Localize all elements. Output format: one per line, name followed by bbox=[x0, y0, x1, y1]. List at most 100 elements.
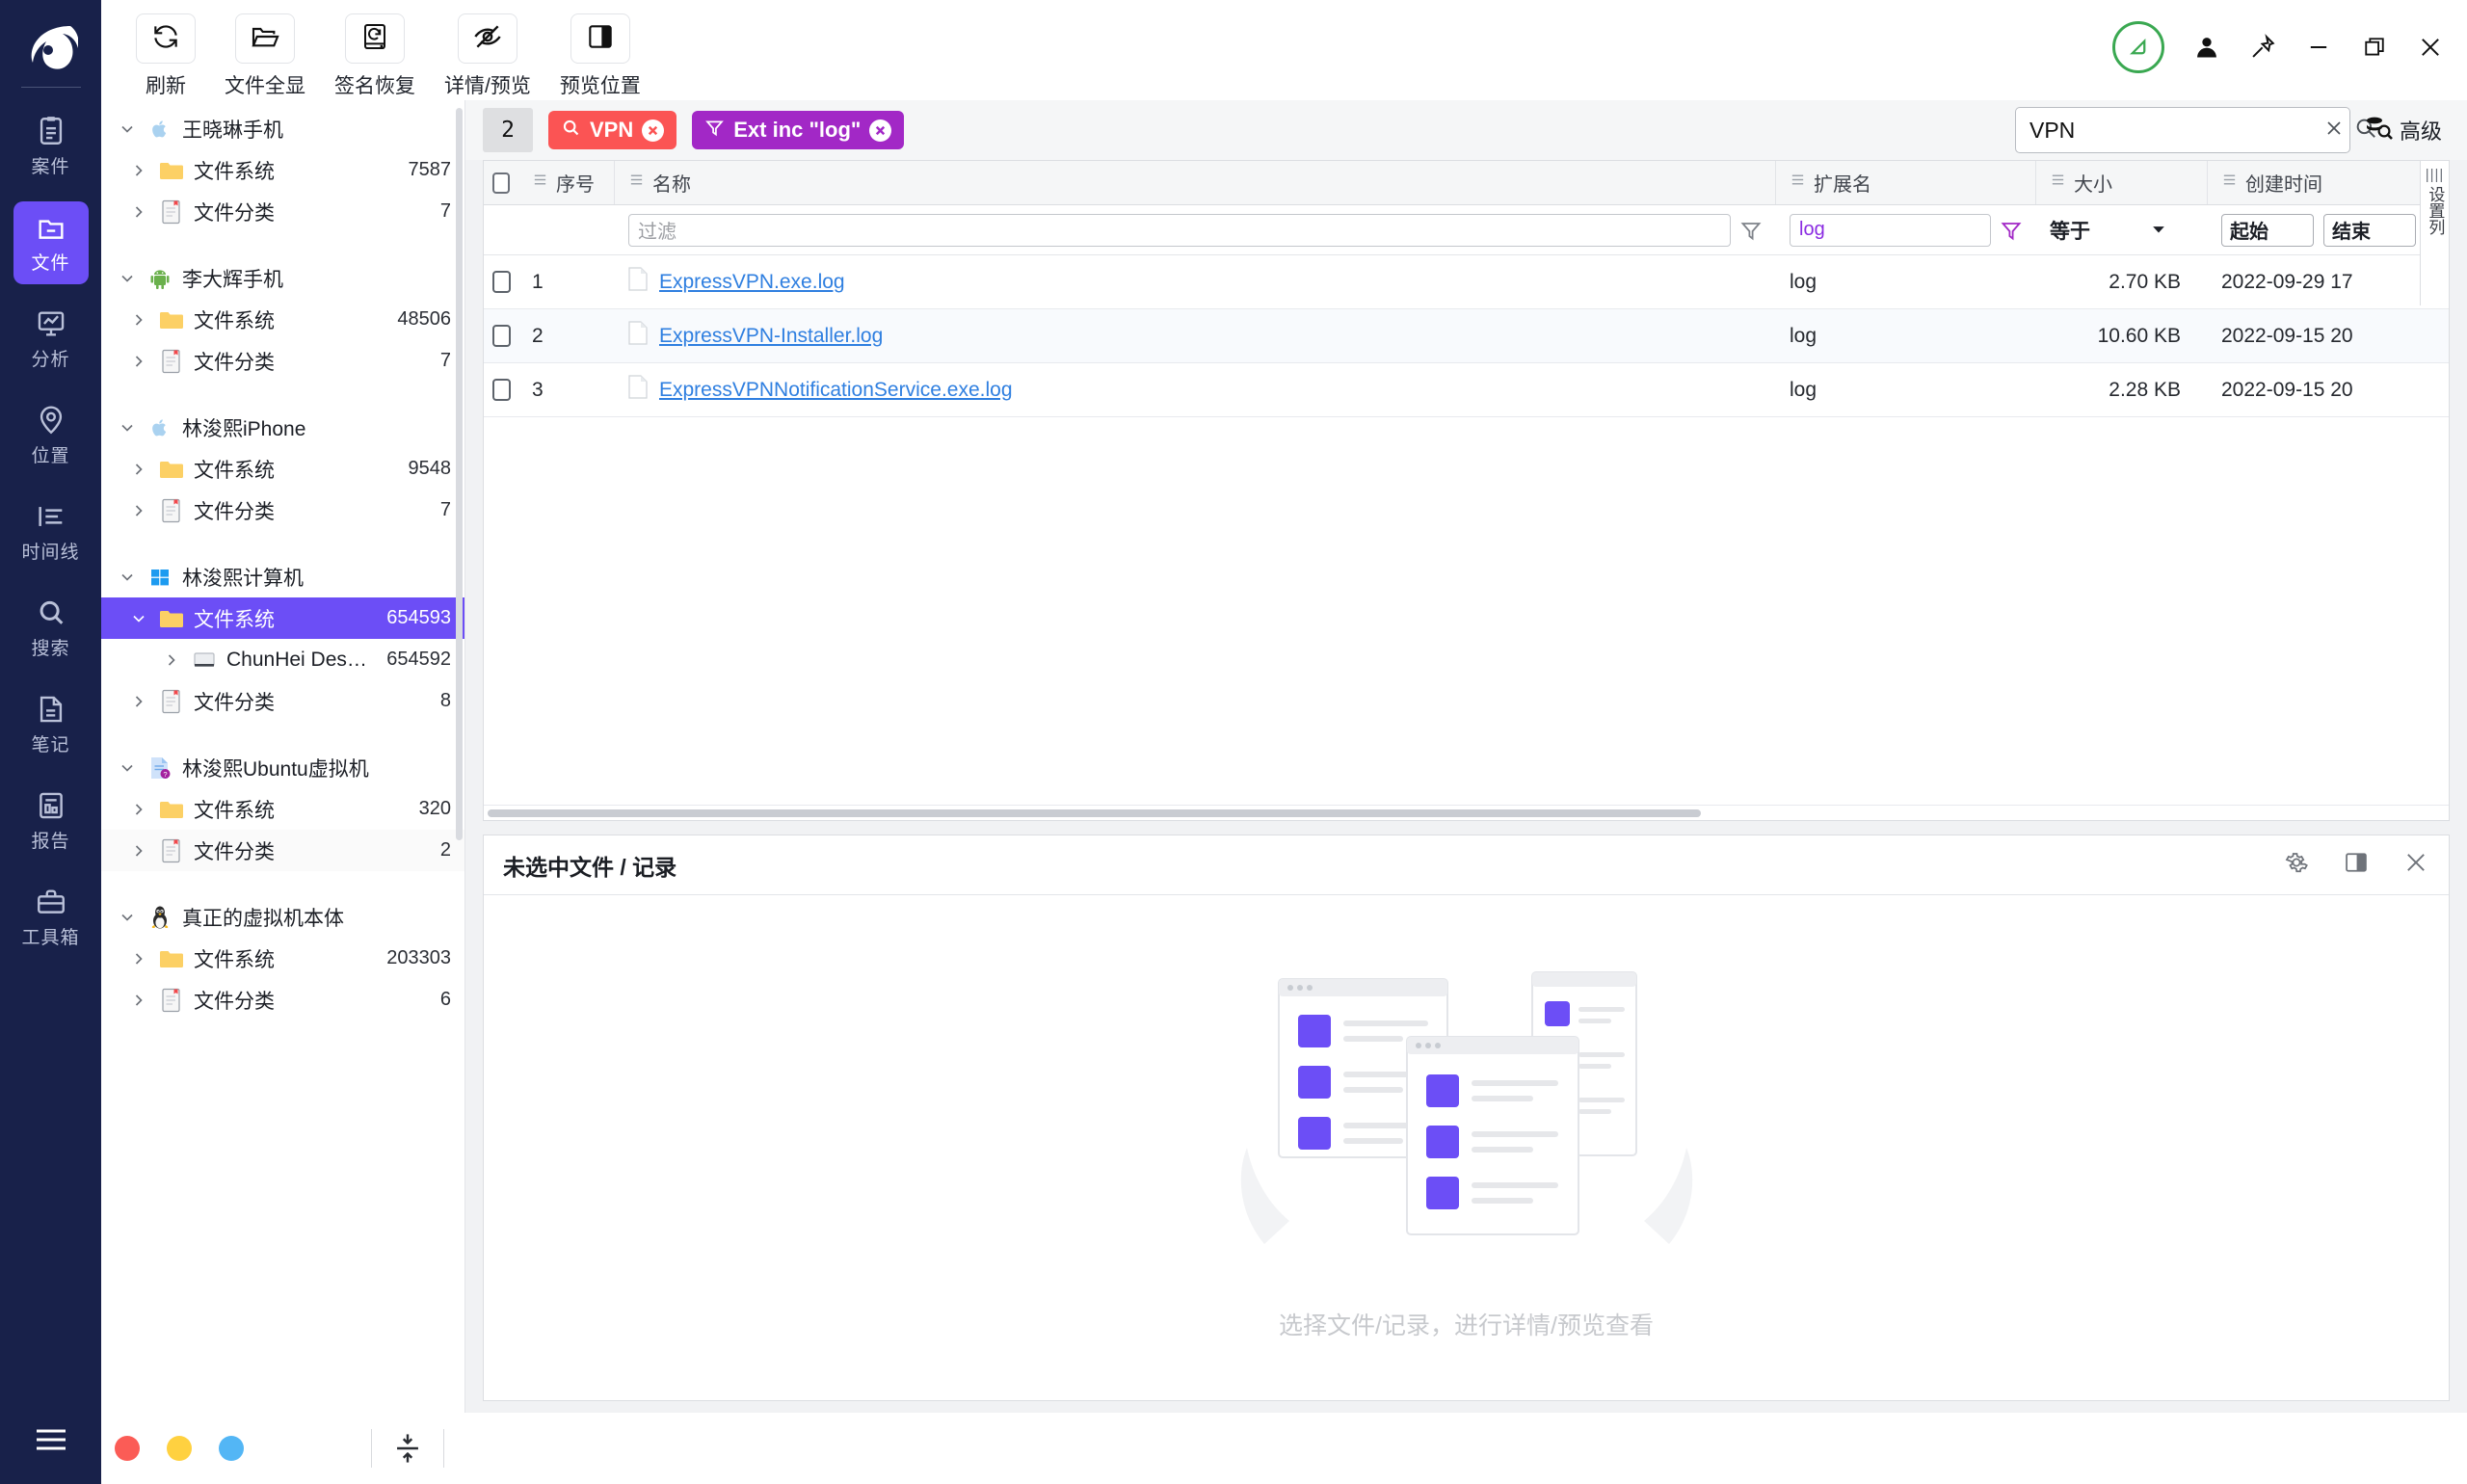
tree-node-filesystem[interactable]: 文件系统 48506 bbox=[101, 299, 464, 340]
sidebar-item-case[interactable]: 案件 bbox=[13, 105, 89, 188]
show-all-files-button[interactable]: 文件全显 bbox=[225, 13, 305, 99]
chevron-right-icon[interactable] bbox=[122, 501, 155, 520]
close-icon[interactable] bbox=[2402, 849, 2429, 881]
gear-icon[interactable] bbox=[2283, 849, 2310, 881]
close-icon[interactable] bbox=[2417, 34, 2444, 61]
tree-node-filecategory[interactable]: 文件分类 7 bbox=[101, 490, 464, 531]
name-filter-input[interactable]: 过滤 bbox=[628, 214, 1731, 247]
chevron-down-icon[interactable] bbox=[122, 609, 155, 628]
settings-column-button[interactable]: |||| 设置列 bbox=[2420, 161, 2449, 305]
chevron-right-icon[interactable] bbox=[122, 692, 155, 711]
filter-chip-search[interactable]: VPN bbox=[548, 111, 676, 149]
advanced-search-button[interactable]: 高级 bbox=[2364, 114, 2450, 146]
chip-close-icon[interactable] bbox=[642, 119, 664, 142]
chevron-down-icon[interactable] bbox=[111, 758, 144, 778]
minimize-icon[interactable] bbox=[2305, 34, 2332, 61]
search-input[interactable] bbox=[2029, 118, 2315, 144]
row-checkbox[interactable] bbox=[484, 363, 518, 416]
tree-node-filecategory[interactable]: 文件分类 7 bbox=[101, 340, 464, 382]
tree-node-filecategory[interactable]: 文件分类 6 bbox=[101, 979, 464, 1020]
tree-node-filecategory[interactable]: 文件分类 8 bbox=[101, 680, 464, 722]
chevron-right-icon[interactable] bbox=[122, 949, 155, 968]
tree-node-filesystem[interactable]: 文件系统 7587 bbox=[101, 149, 464, 191]
refresh-button[interactable]: 刷新 bbox=[136, 13, 196, 99]
row-checkbox[interactable] bbox=[484, 255, 518, 308]
chevron-right-icon[interactable] bbox=[122, 161, 155, 180]
signature-recover-button[interactable]: 签名恢复 bbox=[334, 13, 415, 99]
menu-icon[interactable] bbox=[33, 1425, 69, 1459]
sidebar-item-location[interactable]: 位置 bbox=[13, 394, 89, 477]
expand-collapse-icon[interactable] bbox=[393, 1432, 422, 1465]
file-name-link[interactable]: ExpressVPN.exe.log bbox=[659, 271, 845, 294]
preview-position-button[interactable]: 预览位置 bbox=[560, 13, 641, 99]
sidebar-item-search[interactable]: 搜索 bbox=[13, 587, 89, 670]
tree-node-filesystem[interactable]: 文件系统 320 bbox=[101, 788, 464, 830]
extension-filter-input[interactable]: log bbox=[1790, 214, 1991, 247]
chevron-right-icon[interactable] bbox=[122, 202, 155, 222]
chevron-down-icon[interactable] bbox=[111, 568, 144, 587]
file-name-link[interactable]: ExpressVPN-Installer.log bbox=[659, 325, 883, 348]
funnel-icon[interactable] bbox=[2000, 219, 2023, 242]
column-header-name[interactable]: 名称 bbox=[615, 161, 1776, 204]
column-header-created-time[interactable]: 创建时间 bbox=[2208, 161, 2449, 204]
column-header-index[interactable]: 序号 bbox=[518, 161, 615, 204]
tree-node-filesystem[interactable]: 文件系统 203303 bbox=[101, 938, 464, 979]
panel-layout-icon[interactable] bbox=[2343, 849, 2370, 881]
sidebar-item-toolbox[interactable]: 工具箱 bbox=[13, 876, 89, 959]
tree-root-node[interactable]: 林浚熙计算机 bbox=[101, 556, 464, 597]
sidebar-item-files[interactable]: 文件 bbox=[13, 201, 89, 284]
pin-icon[interactable] bbox=[2249, 34, 2276, 61]
chevron-right-icon[interactable] bbox=[122, 460, 155, 479]
table-row[interactable]: 2 ExpressVPN-Installer.log log 10.60 KB … bbox=[484, 309, 2449, 363]
sidebar-item-timeline[interactable]: 时间线 bbox=[13, 490, 89, 573]
bell-icon[interactable] bbox=[2112, 21, 2164, 73]
sidebar-item-analysis[interactable]: 分析 bbox=[13, 298, 89, 381]
restore-icon[interactable] bbox=[2361, 34, 2388, 61]
chevron-down-icon[interactable] bbox=[111, 908, 144, 927]
row-name-cell[interactable]: ExpressVPNNotificationService.exe.log bbox=[615, 363, 1776, 416]
tree-root-node[interactable]: ? 林浚熙Ubuntu虚拟机 bbox=[101, 747, 464, 788]
tree-root-node[interactable]: 林浚熙iPhone bbox=[101, 407, 464, 448]
tree-root-node[interactable]: 真正的虚拟机本体 bbox=[101, 896, 464, 938]
sidebar-item-notes[interactable]: 笔记 bbox=[13, 683, 89, 766]
tree-node-filecategory[interactable]: 文件分类 2 bbox=[101, 830, 464, 871]
date-start-input[interactable]: 起始 bbox=[2221, 214, 2314, 247]
search-box[interactable] bbox=[2015, 107, 2350, 153]
row-name-cell[interactable]: ExpressVPN-Installer.log bbox=[615, 309, 1776, 362]
tree-node-filecategory[interactable]: 文件分类 7 bbox=[101, 191, 464, 232]
tree-scrollbar[interactable] bbox=[456, 108, 463, 840]
chevron-down-icon[interactable] bbox=[111, 119, 144, 139]
table-row[interactable]: 1 ExpressVPN.exe.log log 2.70 KB 2022-09… bbox=[484, 255, 2449, 309]
chevron-right-icon[interactable] bbox=[155, 650, 188, 670]
scrollbar-thumb[interactable] bbox=[488, 809, 1701, 817]
user-icon[interactable] bbox=[2193, 34, 2220, 61]
chevron-right-icon[interactable] bbox=[122, 310, 155, 330]
funnel-icon[interactable] bbox=[1739, 219, 1763, 242]
column-header-extension[interactable]: 扩展名 bbox=[1776, 161, 2036, 204]
chevron-down-icon[interactable] bbox=[111, 418, 144, 437]
filter-chip-extension[interactable]: Ext inc "log" bbox=[692, 111, 904, 149]
chevron-right-icon[interactable] bbox=[122, 352, 155, 371]
chevron-right-icon[interactable] bbox=[122, 800, 155, 819]
tree-node-filesystem[interactable]: 文件系统 9548 bbox=[101, 448, 464, 490]
select-all-checkbox[interactable] bbox=[484, 161, 518, 204]
chevron-down-icon[interactable] bbox=[111, 269, 144, 288]
column-header-size[interactable]: 大小 bbox=[2036, 161, 2208, 204]
clear-icon[interactable] bbox=[2322, 117, 2346, 145]
size-operator-select[interactable]: 等于 bbox=[2050, 214, 2165, 247]
sidebar-item-report[interactable]: 报告 bbox=[13, 780, 89, 862]
file-name-link[interactable]: ExpressVPNNotificationService.exe.log bbox=[659, 379, 1013, 402]
row-checkbox[interactable] bbox=[484, 309, 518, 362]
table-row[interactable]: 3 ExpressVPNNotificationService.exe.log … bbox=[484, 363, 2449, 417]
details-preview-button[interactable]: 详情/预览 bbox=[444, 13, 531, 99]
result-count-badge[interactable]: 2 bbox=[483, 108, 533, 152]
date-end-input[interactable]: 结束 bbox=[2323, 214, 2416, 247]
row-name-cell[interactable]: ExpressVPN.exe.log bbox=[615, 255, 1776, 308]
chip-close-icon[interactable] bbox=[869, 119, 891, 142]
chevron-right-icon[interactable] bbox=[122, 991, 155, 1010]
chevron-right-icon[interactable] bbox=[122, 841, 155, 861]
tree-root-node[interactable]: 王晓琳手机 bbox=[101, 108, 464, 149]
tree-node-filesystem-selected[interactable]: 文件系统 654593 bbox=[101, 597, 464, 639]
tree-node-disk[interactable]: ChunHei Desktop.E... 654592 bbox=[101, 639, 464, 680]
tree-root-node[interactable]: 李大辉手机 bbox=[101, 257, 464, 299]
